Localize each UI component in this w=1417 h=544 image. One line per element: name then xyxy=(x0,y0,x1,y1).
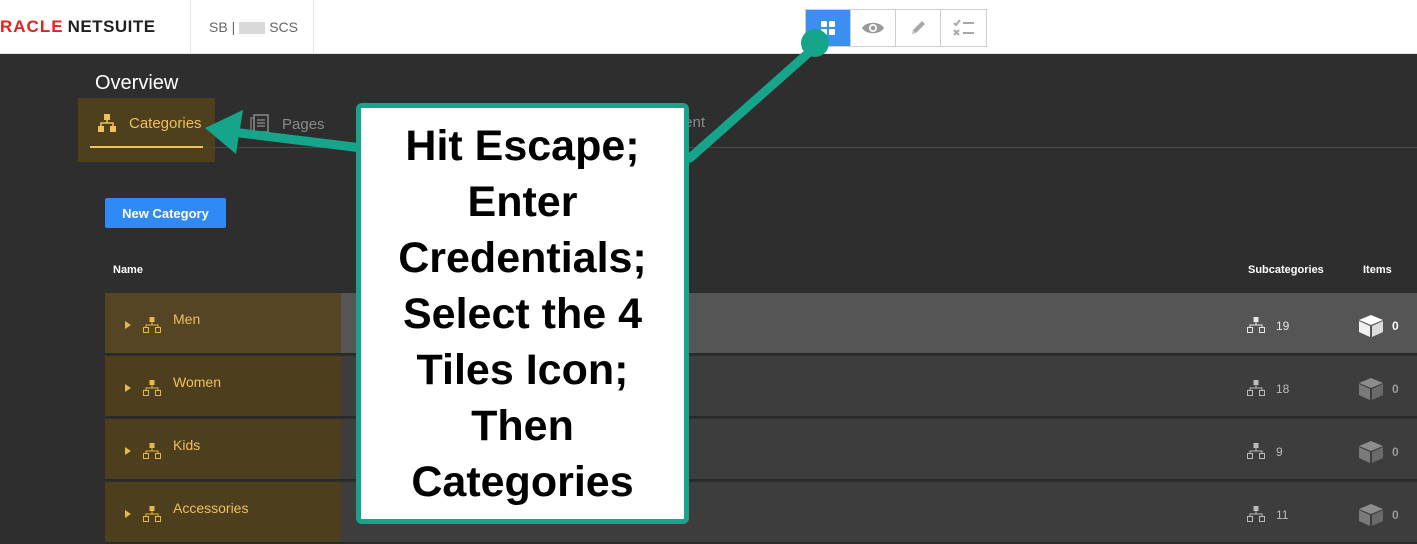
expand-caret-icon[interactable] xyxy=(125,384,131,392)
box-icon xyxy=(1359,504,1383,526)
item-count: 0 xyxy=(1392,382,1399,396)
logo-netsuite-text: NETSUITE xyxy=(67,17,156,36)
category-tree-icon xyxy=(143,380,161,396)
account-suffix: SCS xyxy=(269,19,298,35)
category-name[interactable]: Accessories xyxy=(173,500,248,516)
column-header-items[interactable]: Items xyxy=(1363,264,1392,276)
category-tree-icon xyxy=(143,317,161,333)
expand-caret-icon[interactable] xyxy=(125,510,131,518)
header-divider xyxy=(313,0,314,53)
row-highlight xyxy=(105,293,341,353)
tabs-divider xyxy=(90,147,1417,148)
subcategory-tree-icon xyxy=(1247,506,1265,522)
expand-caret-icon[interactable] xyxy=(125,321,131,329)
category-tree-icon xyxy=(143,506,161,522)
checklist-icon xyxy=(952,19,974,36)
netsuite-logo[interactable]: RACLE NETSUITE xyxy=(0,15,156,39)
subcategory-tree-icon xyxy=(1247,380,1265,396)
category-tree-icon xyxy=(98,114,116,132)
tab-pages-label: Pages xyxy=(282,115,325,133)
header-divider xyxy=(190,0,191,53)
tab-pages[interactable]: Pages xyxy=(250,114,325,134)
item-count: 0 xyxy=(1392,445,1399,459)
pencil-icon xyxy=(912,21,925,34)
logo-oracle-text: RACLE xyxy=(0,17,64,36)
preview-mode-button[interactable] xyxy=(851,10,896,46)
category-tree-icon xyxy=(143,443,161,459)
subcategory-count: 11 xyxy=(1276,508,1289,522)
new-category-button[interactable]: New Category xyxy=(105,198,226,228)
subcategory-tree-icon xyxy=(1247,443,1265,459)
top-bar: RACLE NETSUITE SB | SCS xyxy=(0,0,1417,54)
column-header-name[interactable]: Name xyxy=(113,264,143,276)
checklist-mode-button[interactable] xyxy=(941,10,986,46)
active-tab-underline xyxy=(90,146,203,148)
account-redacted xyxy=(239,22,266,35)
box-icon xyxy=(1359,315,1383,337)
table-row[interactable]: Men 19 0 xyxy=(105,293,1417,355)
edit-mode-button[interactable] xyxy=(896,10,941,46)
table-row[interactable]: Kids 9 0 xyxy=(105,419,1417,481)
page-title: Overview xyxy=(95,72,179,94)
pages-icon xyxy=(250,114,269,134)
box-icon xyxy=(1359,378,1383,400)
table-row[interactable]: Women 18 0 xyxy=(105,356,1417,418)
item-count: 0 xyxy=(1392,508,1399,522)
item-count: 0 xyxy=(1392,319,1399,333)
tiles-mode-button[interactable] xyxy=(806,10,851,46)
instruction-callout: Hit Escape; Enter Credentials; Select th… xyxy=(356,103,689,524)
subcategory-count: 19 xyxy=(1276,319,1290,333)
row-highlight xyxy=(105,419,341,479)
row-highlight xyxy=(105,356,341,416)
four-tiles-icon xyxy=(821,21,835,35)
callout-text: Hit Escape; Enter Credentials; Select th… xyxy=(398,121,647,506)
table-row[interactable]: Accessories 11 0 xyxy=(105,482,1417,544)
box-icon xyxy=(1359,441,1383,463)
account-prefix: SB | xyxy=(209,19,236,35)
subcategory-count: 18 xyxy=(1276,382,1290,396)
tab-categories-label: Categories xyxy=(129,114,202,132)
main-panel: Overview Categories Pages tent New Categ… xyxy=(0,54,1417,544)
account-switcher[interactable]: SB | SCS xyxy=(209,18,298,36)
category-name[interactable]: Women xyxy=(173,374,221,390)
mode-toolbar xyxy=(805,9,987,47)
category-name[interactable]: Kids xyxy=(173,437,200,453)
tab-categories[interactable]: Categories xyxy=(97,114,202,132)
category-name[interactable]: Men xyxy=(173,311,200,327)
expand-caret-icon[interactable] xyxy=(125,447,131,455)
subcategory-tree-icon xyxy=(1247,317,1265,333)
subcategory-count: 9 xyxy=(1276,445,1283,459)
column-header-subcategories[interactable]: Subcategories xyxy=(1248,264,1324,276)
eye-icon xyxy=(862,22,884,34)
